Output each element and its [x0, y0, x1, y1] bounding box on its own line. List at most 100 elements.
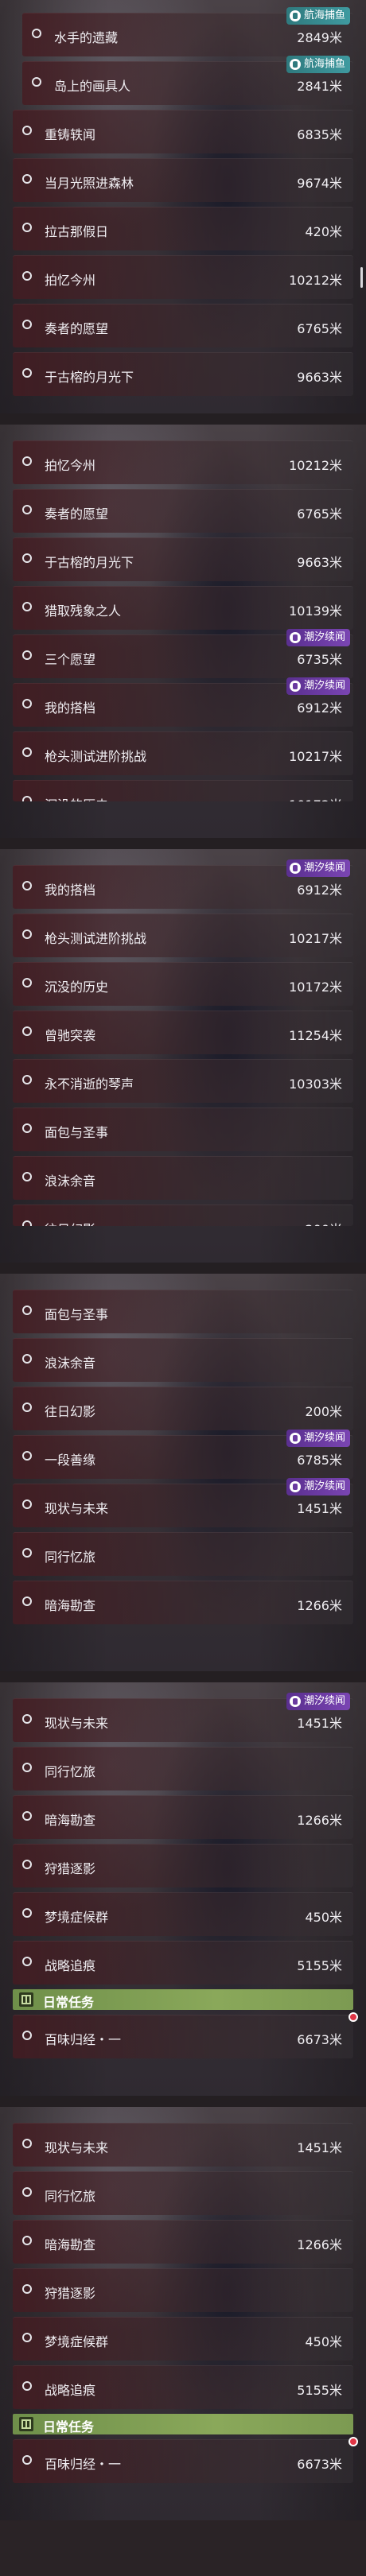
quest-row[interactable]: 枪头测试进阶挑战 10217米 [13, 914, 353, 957]
quest-distance: 200米 [305, 1404, 342, 1419]
quest-row[interactable]: 现状与未来 1451米 潮汐续闻 [13, 1693, 353, 1742]
fishing-event-badge: 航海捕鱼 [286, 56, 350, 73]
tide-event-badge: 潮汐续闻 [286, 677, 350, 695]
quest-distance: 6835米 [297, 127, 342, 142]
quest-row[interactable]: 奏者的愿望 6765米 [13, 489, 353, 533]
quest-status-circle-icon [22, 1402, 32, 1412]
daily-tasks-header[interactable]: 日常任务 [13, 2414, 353, 2434]
screenshot-separator [0, 838, 366, 849]
quest-row[interactable]: 暗海勘查 1266米 [13, 2220, 353, 2264]
quest-row[interactable]: 面包与圣事 [13, 1290, 353, 1333]
quest-distance: 5155米 [297, 2383, 342, 2398]
quest-row[interactable]: 狩猎逐影 [13, 1844, 353, 1887]
quest-row[interactable]: 我的搭档 6912米 潮汐续闻 [13, 859, 353, 909]
quest-distance: 10139米 [289, 603, 342, 619]
quest-row[interactable]: 三个愿望 6735米 潮汐续闻 [13, 629, 353, 678]
quest-row[interactable]: 于古榕的月光下 9663米 [13, 352, 353, 396]
tide-event-badge: 潮汐续闻 [286, 859, 350, 877]
quest-row[interactable]: 狩猎逐影 [13, 2268, 353, 2312]
quest-title: 同行忆旅 [45, 1550, 96, 1565]
quest-title: 水手的遗藏 [54, 30, 119, 45]
quest-row[interactable]: 暗海勘查 1266米 [13, 1795, 353, 1839]
quest-status-circle-icon [22, 368, 32, 378]
quest-title: 三个愿望 [45, 652, 96, 667]
quest-row[interactable]: 拍忆今州 10212米 [13, 440, 353, 484]
quest-row[interactable]: 沉没的历史 10172米 [13, 962, 353, 1006]
quest-row[interactable]: 同行忆旅 [13, 2171, 353, 2215]
quest-status-circle-icon [22, 223, 32, 232]
event-badge-icon [289, 632, 301, 643]
quest-title: 梦境症候群 [45, 2334, 109, 2349]
quest-row[interactable]: 梦境症候群 450米 [13, 2317, 353, 2361]
quest-row[interactable]: 当月光照进森林 9674米 [13, 158, 353, 202]
quest-title: 往日幻影 [45, 1219, 95, 1226]
quest-distance: 10303米 [289, 1077, 342, 1092]
quest-title: 枪头测试进阶挑战 [45, 931, 147, 946]
quest-status-circle-icon [22, 1499, 32, 1509]
quest-row[interactable]: 重铸轶闻 6835米 [13, 110, 353, 153]
tide-event-badge: 潮汐续闻 [286, 1430, 350, 1447]
quest-list-panel: 面包与圣事浪沫余音往日幻影 200米 一段善缘 6785米 潮汐续闻 现状与未来 1451米… [0, 1274, 366, 1671]
daily-quest-row[interactable]: 百味归经・一 6673米 [13, 2012, 358, 2058]
quest-status-circle-icon [22, 2284, 32, 2294]
quest-row[interactable]: 同行忆旅 [13, 1532, 353, 1576]
quest-row[interactable]: 奏者的愿望 6765米 [13, 304, 353, 347]
event-badge-icon [289, 1433, 301, 1444]
quest-status-circle-icon [22, 1354, 32, 1364]
quest-status-circle-icon [22, 747, 32, 757]
quest-title: 百味归经・一 [45, 2032, 122, 2047]
quest-row[interactable]: 枪头测试进阶挑战 10217米 [13, 731, 353, 775]
quest-title: 沉没的历史 [45, 794, 108, 801]
quest-row[interactable]: 战略追痕 5155米 [13, 1941, 353, 1984]
quest-row[interactable]: 拍忆今州 10212米 [13, 255, 363, 299]
quest-row[interactable]: 猎取残象之人 10139米 [13, 586, 353, 630]
quest-row[interactable]: 永不消逝的琴声 10303米 [13, 1059, 353, 1103]
quest-status-circle-icon [22, 2381, 32, 2391]
quest-distance: 10217米 [289, 749, 342, 764]
scrollbar-thumb[interactable] [360, 267, 363, 288]
quest-title: 我的搭档 [45, 883, 96, 898]
quest-status-circle-icon [22, 2031, 32, 2040]
quest-row[interactable]: 往日幻影 200米 [13, 1387, 353, 1430]
quest-title: 拍忆今州 [45, 458, 96, 473]
quest-row[interactable]: 现状与未来 1451米 潮汐续闻 [13, 1478, 353, 1527]
daily-tasks-header[interactable]: 日常任务 [13, 1989, 353, 2010]
quest-row[interactable]: 一段善缘 6785米 潮汐续闻 [13, 1430, 353, 1479]
quest-row[interactable]: 同行忆旅 [13, 1747, 353, 1790]
quest-row[interactable]: 暗海勘查 1266米 [13, 1581, 353, 1624]
quest-title: 猎取残象之人 [45, 603, 122, 619]
quest-title: 狩猎逐影 [45, 1861, 96, 1876]
event-badge-icon [289, 10, 301, 21]
quest-row[interactable]: 拉古那假日 420米 [13, 207, 353, 250]
quest-status-circle-icon [22, 456, 32, 466]
quest-status-circle-icon [22, 1860, 32, 1869]
quest-row[interactable]: 面包与圣事 [13, 1108, 353, 1151]
quest-row[interactable]: 浪沫余音 [13, 1156, 353, 1200]
quest-row[interactable]: 我的搭档 6912米 潮汐续闻 [13, 677, 353, 727]
quest-distance: 200米 [305, 1219, 342, 1226]
quest-row[interactable]: 岛上的画具人 2841米 航海捕鱼 [22, 56, 353, 105]
quest-distance: 2849米 [297, 30, 342, 45]
quest-distance: 6912米 [297, 700, 342, 716]
quest-distance: 1266米 [297, 1813, 342, 1828]
quest-row[interactable]: 于古榕的月光下 9663米 [13, 537, 353, 581]
quest-row[interactable]: 往日幻影 200米 [13, 1205, 353, 1226]
daily-quest-row[interactable]: 百味归经・一 6673米 [13, 2437, 358, 2483]
quest-title: 于古榕的月光下 [45, 555, 134, 570]
quest-status-circle-icon [22, 1026, 32, 1036]
quest-row[interactable]: 梦境症候群 450米 [13, 1892, 353, 1936]
quest-title: 永不消逝的琴声 [45, 1077, 134, 1092]
quest-row[interactable]: 浪沫余音 [13, 1338, 353, 1382]
quest-distance: 6765米 [297, 321, 342, 336]
quest-distance: 10217米 [289, 931, 342, 946]
quest-distance: 450米 [305, 1910, 342, 1925]
quest-row[interactable]: 水手的遗藏 2849米 航海捕鱼 [22, 7, 353, 56]
quest-title: 岛上的画具人 [54, 79, 131, 94]
quest-row[interactable]: 沉没的历史 10172米 [13, 780, 353, 801]
daily-tasks-title: 日常任务 [43, 2419, 95, 2434]
quest-row[interactable]: 战略追痕 5155米 [13, 2365, 353, 2409]
quest-row[interactable]: 曾驰突袭 11254米 [13, 1011, 353, 1054]
screenshot-separator [0, 1263, 366, 1274]
notification-dot-icon [348, 2012, 358, 2022]
quest-row[interactable]: 现状与未来 1451米 [13, 2123, 353, 2167]
